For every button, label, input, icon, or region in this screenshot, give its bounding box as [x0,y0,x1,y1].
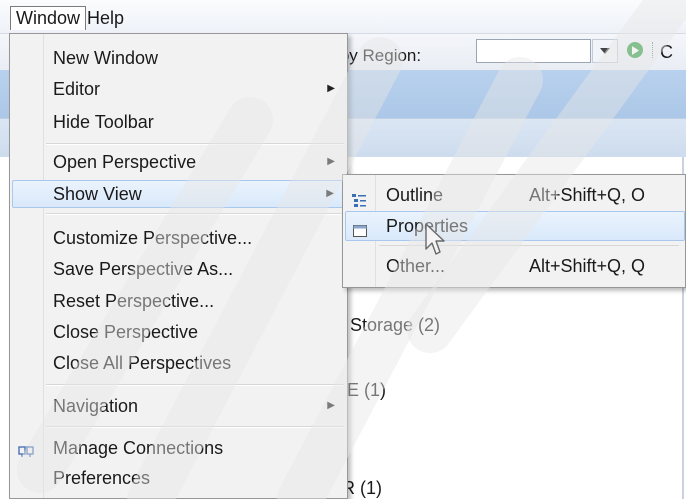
menu-item-label: Close All Perspectives [53,353,232,373]
region-combo-dropdown-button[interactable] [592,39,618,63]
menu-item-close-perspective[interactable]: Close Perspective [12,318,345,346]
tree-item[interactable]: R (1) [342,478,382,499]
menu-item-label: Preferences [53,468,151,488]
menu-item-label: Show View [53,184,142,204]
menu-item-label: Reset Perspective... [53,291,215,311]
tree-item[interactable]: IE (1) [342,380,386,401]
menu-item-label: Editor [53,79,101,99]
submenu-arrow-icon: ▶ [327,156,335,167]
submenu-item-properties[interactable]: Properties [345,211,685,241]
menu-item-new-window[interactable]: New Window [12,44,345,72]
menu-item-customize-perspective[interactable]: Customize Perspective... [12,224,345,252]
menu-bar: Window Help [0,0,686,34]
properties-icon [352,219,368,237]
menu-item-label: Close Perspective [53,322,199,342]
window-menu: New Window Editor ▶ Hide Toolbar Open Per… [9,33,348,499]
shortcut-label: Alt+Shift+Q, Q [529,256,646,276]
mouse-cursor-icon [425,223,445,255]
menu-item-label: Save Perspective As... [53,259,234,279]
submenu-item-other[interactable]: Other... Alt+Shift+Q, Q [345,251,685,281]
submenu-item-outline[interactable]: Outline Alt+Shift+Q, O [345,180,685,210]
menu-separator [46,384,344,386]
menu-item-close-all-perspectives[interactable]: Close All Perspectives [12,349,345,377]
region-combo-input[interactable] [476,39,591,63]
menu-item-hide-toolbar[interactable]: Hide Toolbar [12,108,345,136]
connections-icon [18,440,34,457]
go-icon[interactable] [627,42,643,58]
submenu-arrow-icon: ▶ [326,188,334,199]
menu-item-label: Navigation [53,396,139,416]
menu-separator [379,245,679,246]
menu-item-navigation[interactable]: Navigation ▶ [12,392,345,420]
menu-item-label: Customize Perspective... [53,228,253,248]
shortcut-label: Alt+Shift+Q, O [529,185,646,205]
submenu-item-label: Other... [386,256,446,276]
menu-item-manage-connections[interactable]: Manage Connections [12,434,345,462]
menu-item-label: Hide Toolbar [53,112,154,132]
menu-separator [46,143,344,145]
show-view-submenu: Outline Alt+Shift+Q, O Properties Other.… [342,174,686,288]
menu-separator [46,426,344,428]
menu-item-label: New Window [53,48,159,68]
truncated-toolbar-text: C [660,42,673,62]
chevron-down-icon [600,48,610,54]
submenu-item-label: Outline [386,185,444,205]
submenu-arrow-icon: ▶ [327,400,335,411]
menu-window[interactable]: Window [10,6,87,30]
menu-item-label: Open Perspective [53,152,197,172]
menu-item-open-perspective[interactable]: Open Perspective ▶ [12,148,345,176]
menu-item-preferences[interactable]: Preferences [12,464,345,492]
toolbar-separator [652,42,657,58]
menu-item-label: Manage Connections [53,438,224,458]
menu-help[interactable]: Help [82,6,129,30]
menu-item-show-view[interactable]: Show View ▶ [12,180,345,208]
menu-item-reset-perspective[interactable]: Reset Perspective... [12,287,345,315]
menu-separator [46,213,344,215]
menu-item-save-perspective-as[interactable]: Save Perspective As... [12,255,345,283]
submenu-arrow-icon: ▶ [327,83,335,94]
menu-item-editor[interactable]: Editor ▶ [12,75,345,103]
outline-icon [351,187,367,207]
